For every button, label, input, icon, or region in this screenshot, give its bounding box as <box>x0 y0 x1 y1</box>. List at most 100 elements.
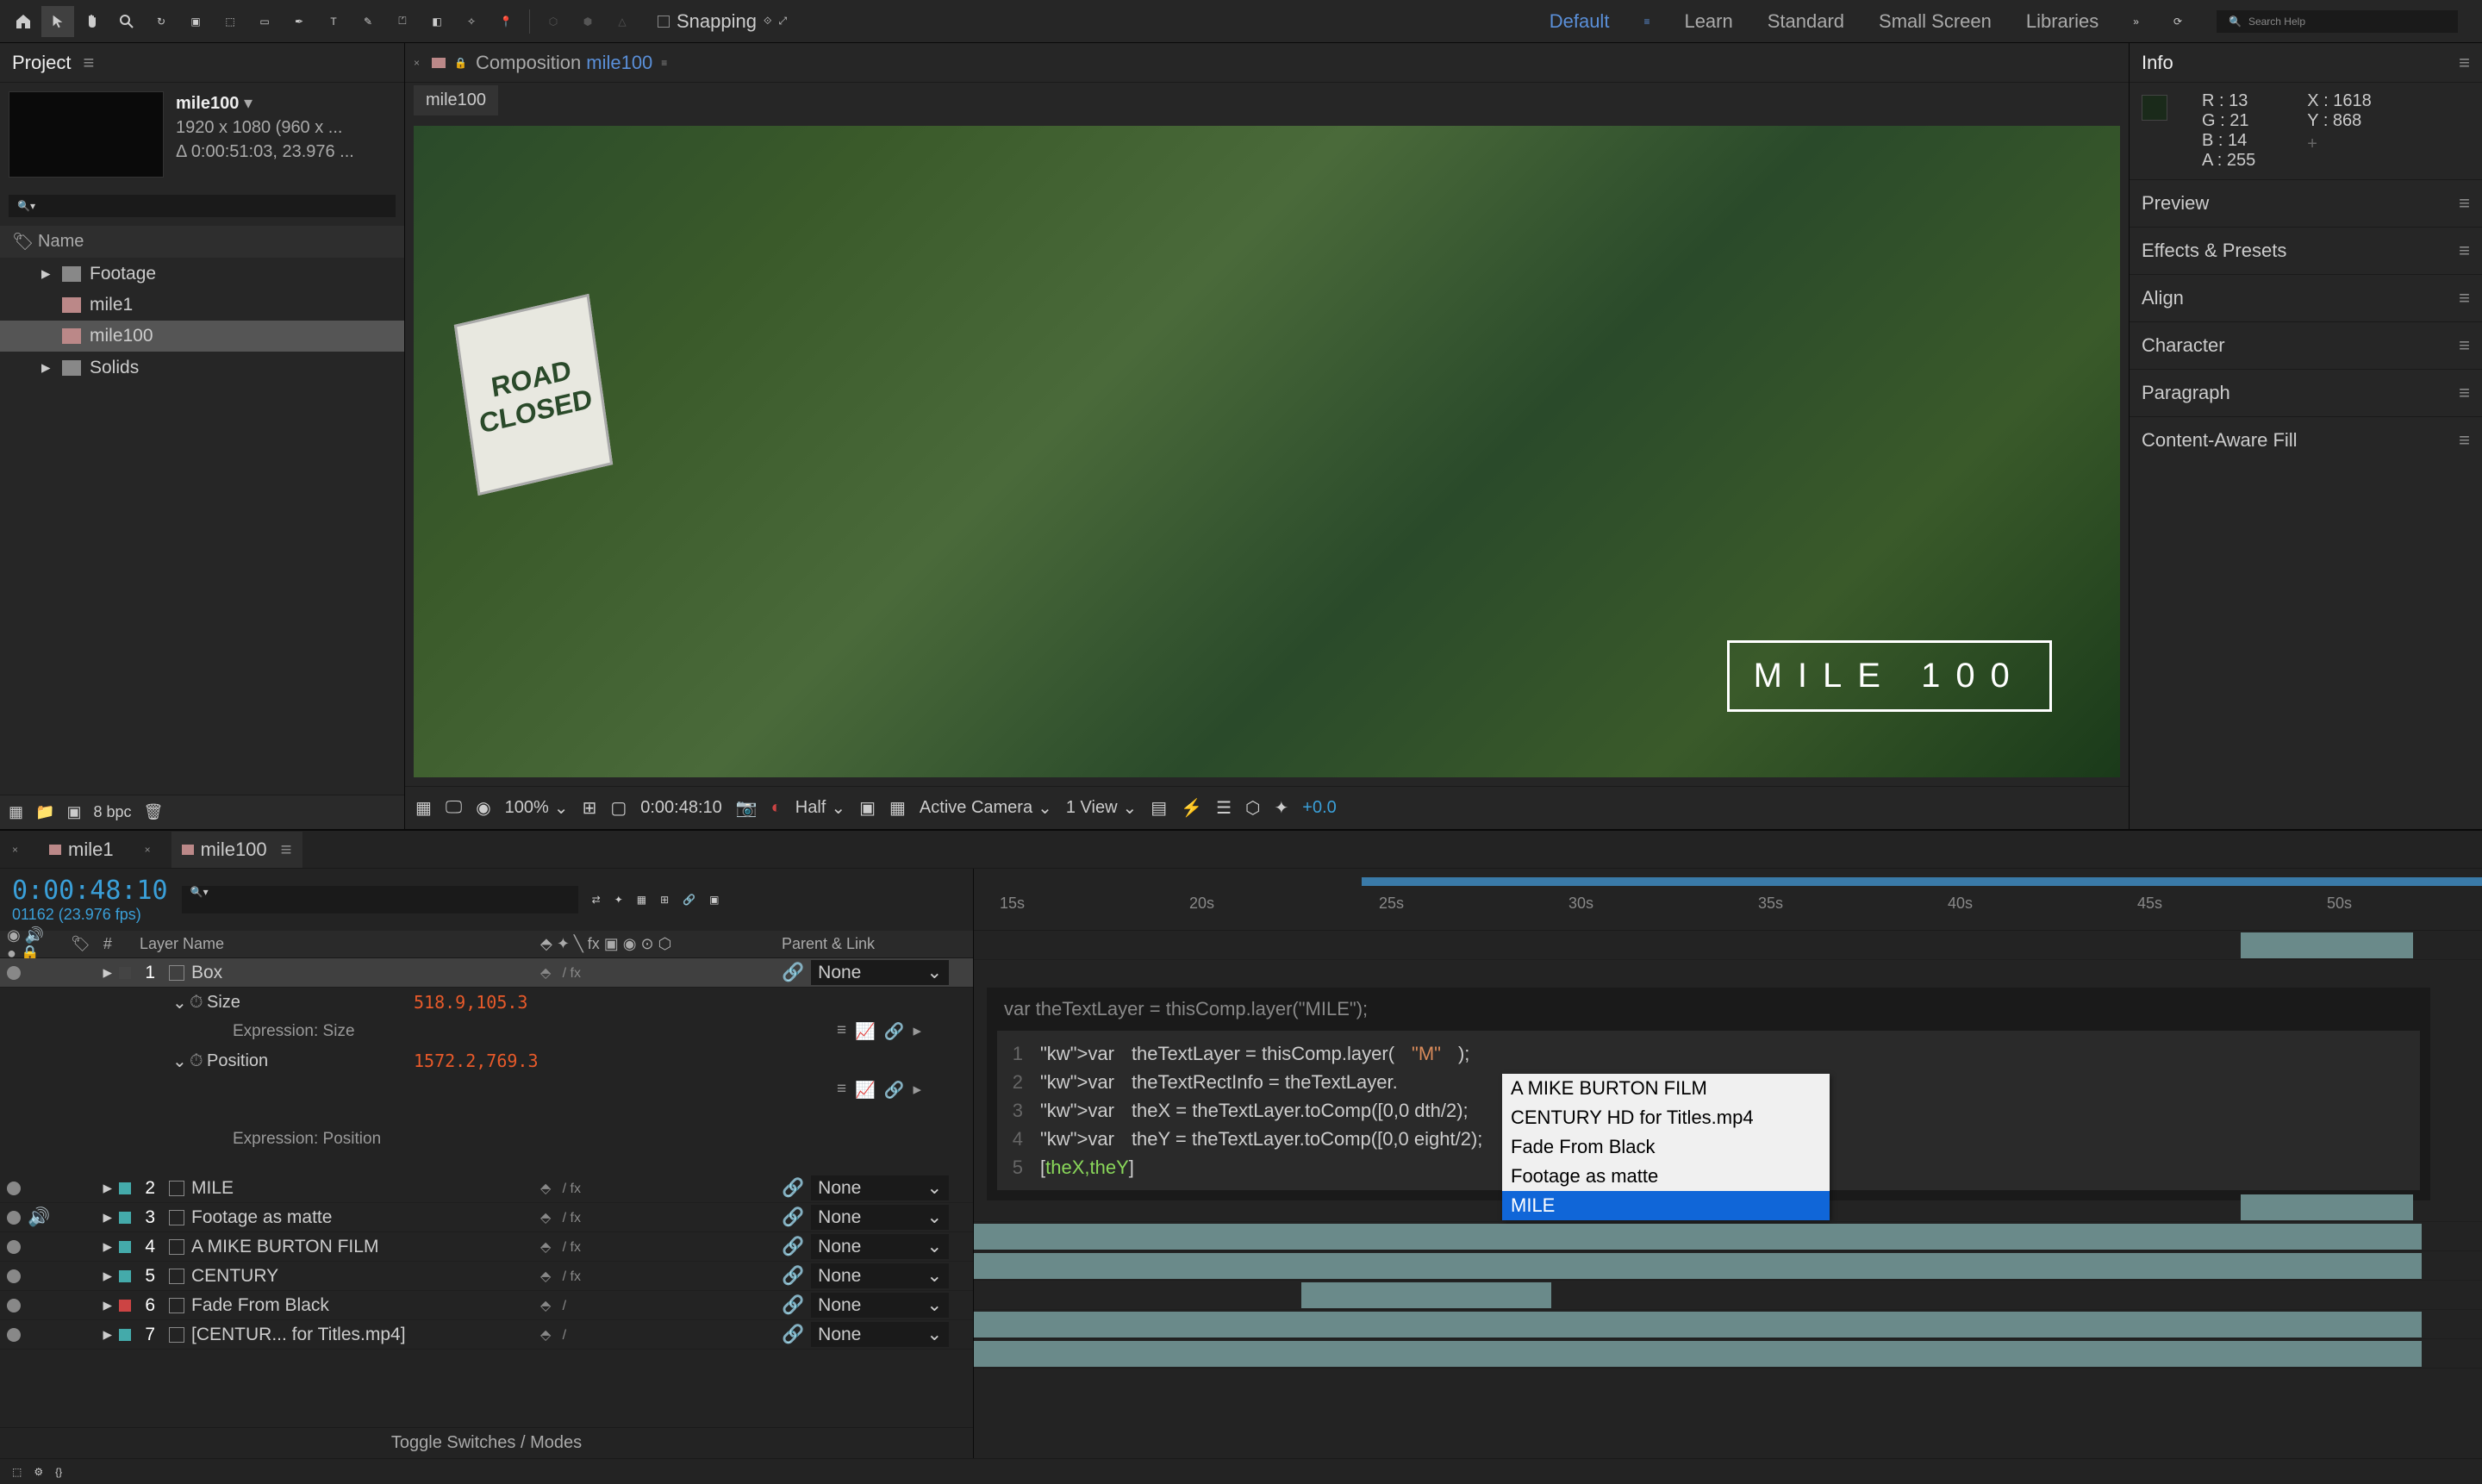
transparency-icon[interactable]: ▦ <box>889 797 906 819</box>
mesh2-icon[interactable]: ⬢ <box>571 6 604 37</box>
snapping-checkbox[interactable] <box>658 16 670 28</box>
current-timecode[interactable]: 0:00:48:10 <box>12 876 168 906</box>
trash-icon[interactable]: 🗑 <box>144 803 164 821</box>
panel-content-aware-fill[interactable]: Content-Aware Fill≡ <box>2130 416 2482 464</box>
comp-name-link[interactable]: mile100 <box>586 52 652 74</box>
autocomplete-item[interactable]: CENTURY HD for Titles.mp4 <box>1502 1103 1830 1132</box>
tl-opt4-icon[interactable]: ⊞ <box>660 894 669 906</box>
project-item-solids[interactable]: ▸Solids <box>0 352 404 383</box>
layer-row-4[interactable]: ▸ 4 A MIKE BURTON FILM ⬘ / fx 🔗 None⌄ <box>0 1232 973 1262</box>
close-timeline-tab-icon[interactable]: × <box>12 844 18 856</box>
project-item-mile100[interactable]: mile100 <box>0 321 404 352</box>
sync-icon[interactable]: ⟳ <box>2173 16 2182 28</box>
roto-tool-icon[interactable]: ✧ <box>455 6 488 37</box>
pixel-aspect-icon[interactable]: ▤ <box>1151 797 1167 819</box>
snap-opt2-icon[interactable]: ⤢ <box>778 15 787 28</box>
pen-tool-icon[interactable]: ✒ <box>283 6 315 37</box>
zoom-tool-icon[interactable] <box>110 6 143 37</box>
tl-opt3-icon[interactable]: ▦ <box>637 894 646 906</box>
guide-icon[interactable]: ▢ <box>610 797 627 819</box>
puppet-tool-icon[interactable]: 📍 <box>490 6 522 37</box>
workspace-overflow-icon[interactable]: » <box>2133 16 2139 28</box>
flowchart-icon[interactable]: ⬡ <box>1245 797 1260 819</box>
zoom-dropdown[interactable]: 100% ⌄ <box>505 797 569 819</box>
text-tool-icon[interactable]: T <box>317 6 350 37</box>
expr-size[interactable]: Expression: Size≡📈🔗▸ <box>0 1017 973 1046</box>
timeline-icon[interactable]: ☰ <box>1216 797 1232 819</box>
project-item-footage[interactable]: ▸Footage <box>0 258 404 290</box>
rotate-tool-icon[interactable]: ↻ <box>145 6 178 37</box>
panel-character[interactable]: Character≡ <box>2130 321 2482 369</box>
tb-icon3[interactable]: {} <box>55 1466 62 1478</box>
mesh-icon[interactable]: ⬡ <box>537 6 570 37</box>
timeline-tab-menu-icon[interactable]: ≡ <box>281 839 292 861</box>
comp-tab-menu-icon[interactable]: ≡ <box>661 57 667 69</box>
folder-icon[interactable]: 📁 <box>35 803 54 821</box>
mag-icon[interactable]: ▦ <box>415 797 432 819</box>
roi-icon[interactable]: ▣ <box>859 797 876 819</box>
workspace-small-screen[interactable]: Small Screen <box>1879 10 1992 33</box>
timeline-tab-mile100[interactable]: mile100 ≡ <box>171 832 302 868</box>
viewer-timecode[interactable]: 0:00:48:10 <box>640 798 722 818</box>
snapshot-icon[interactable]: 📷 <box>736 797 758 819</box>
layer-row-3[interactable]: 🔊 ▸ 3 Footage as matte ⬘ / fx 🔗 None⌄ <box>0 1203 973 1232</box>
hand-tool-icon[interactable] <box>76 6 109 37</box>
eraser-tool-icon[interactable]: ◧ <box>421 6 453 37</box>
camera-tool-icon[interactable]: ▣ <box>179 6 212 37</box>
timeline-search[interactable]: 🔍▾ <box>182 886 578 913</box>
panel-preview[interactable]: Preview≡ <box>2130 179 2482 227</box>
channel-icon[interactable]: ◐ <box>771 798 782 818</box>
display-icon[interactable]: 🖵 <box>446 798 462 818</box>
grid-icon[interactable]: ⊞ <box>583 797 597 819</box>
interpret-icon[interactable]: ▦ <box>9 803 23 821</box>
composition-viewer[interactable]: ROAD CLOSED MILE 100 <box>414 126 2120 777</box>
pan-behind-tool-icon[interactable]: ⬚ <box>214 6 246 37</box>
timeline-tab-mile1[interactable]: mile1 <box>39 832 124 868</box>
workspace-libraries[interactable]: Libraries <box>2026 10 2098 33</box>
timeline-footer[interactable]: Toggle Switches / Modes <box>0 1427 973 1458</box>
prop-position[interactable]: ⌄⏱Position1572.2,769.3 <box>0 1046 973 1076</box>
selection-tool-icon[interactable] <box>41 6 74 37</box>
camera-dropdown[interactable]: Active Camera ⌄ <box>920 797 1052 819</box>
tb-icon1[interactable]: ⬚ <box>12 1466 22 1478</box>
tl-opt1-icon[interactable]: ⇄ <box>592 894 601 906</box>
layer-row-7[interactable]: ▸ 7 [CENTUR... for Titles.mp4] ⬘ / 🔗 Non… <box>0 1320 973 1350</box>
layer-row-2[interactable]: ▸ 2 MILE ⬘ / fx 🔗 None⌄ <box>0 1174 973 1203</box>
autocomplete-item[interactable]: Footage as matte <box>1502 1162 1830 1191</box>
expression-editor[interactable]: var theTextLayer = thisComp.layer("MILE"… <box>987 988 2430 1200</box>
tb-icon2[interactable]: ⚙ <box>34 1466 43 1478</box>
prop-size[interactable]: ⌄⏱Size518.9,105.3 <box>0 988 973 1017</box>
expr-position-icons[interactable]: ≡📈🔗▸ <box>0 1076 973 1105</box>
workspace-default[interactable]: Default <box>1550 10 1610 33</box>
autocomplete-item[interactable]: A MIKE BURTON FILM <box>1502 1074 1830 1103</box>
mask-icon[interactable]: ◉ <box>476 797 490 819</box>
search-help-input[interactable]: 🔍 Search Help <box>2217 10 2458 33</box>
project-thumbnail[interactable] <box>9 91 164 178</box>
tl-opt6-icon[interactable]: ▣ <box>709 894 719 906</box>
lock-icon[interactable]: 🔒 <box>454 57 467 69</box>
fast-preview-icon[interactable]: ⚡ <box>1181 797 1202 819</box>
workspace-learn[interactable]: Learn <box>1684 10 1732 33</box>
nested-comp-tab[interactable]: mile100 <box>414 85 498 115</box>
workspace-standard[interactable]: Standard <box>1768 10 1844 33</box>
project-search-input[interactable]: 🔍▾ <box>9 195 396 217</box>
workspace-menu-icon[interactable]: ≡ <box>1643 16 1649 28</box>
project-list-header[interactable]: 🏷 Name <box>0 226 404 258</box>
project-menu-icon[interactable]: ≡ <box>83 52 94 74</box>
snap-opt1-icon[interactable]: ⟐ <box>764 15 771 28</box>
home-icon[interactable] <box>7 6 40 37</box>
panel-effects-presets[interactable]: Effects & Presets≡ <box>2130 227 2482 274</box>
layer-row-1[interactable]: ▸ 1 Box ⬘ / fx 🔗 None⌄ <box>0 958 973 988</box>
mesh3-icon[interactable]: △ <box>606 6 639 37</box>
reset-exposure-icon[interactable]: ✦ <box>1275 797 1289 819</box>
info-menu-icon[interactable]: ≡ <box>2459 52 2470 74</box>
layer-row-6[interactable]: ▸ 6 Fade From Black ⬘ / 🔗 None⌄ <box>0 1291 973 1320</box>
bpc-toggle[interactable]: 8 bpc <box>93 803 131 821</box>
comp-icon[interactable]: ▣ <box>66 803 81 821</box>
shape-tool-icon[interactable]: ▭ <box>248 6 281 37</box>
panel-align[interactable]: Align≡ <box>2130 274 2482 321</box>
autocomplete-item[interactable]: Fade From Black <box>1502 1132 1830 1162</box>
exposure-value[interactable]: +0.0 <box>1302 798 1336 818</box>
panel-paragraph[interactable]: Paragraph≡ <box>2130 369 2482 416</box>
tl-opt2-icon[interactable]: ✦ <box>614 894 623 906</box>
